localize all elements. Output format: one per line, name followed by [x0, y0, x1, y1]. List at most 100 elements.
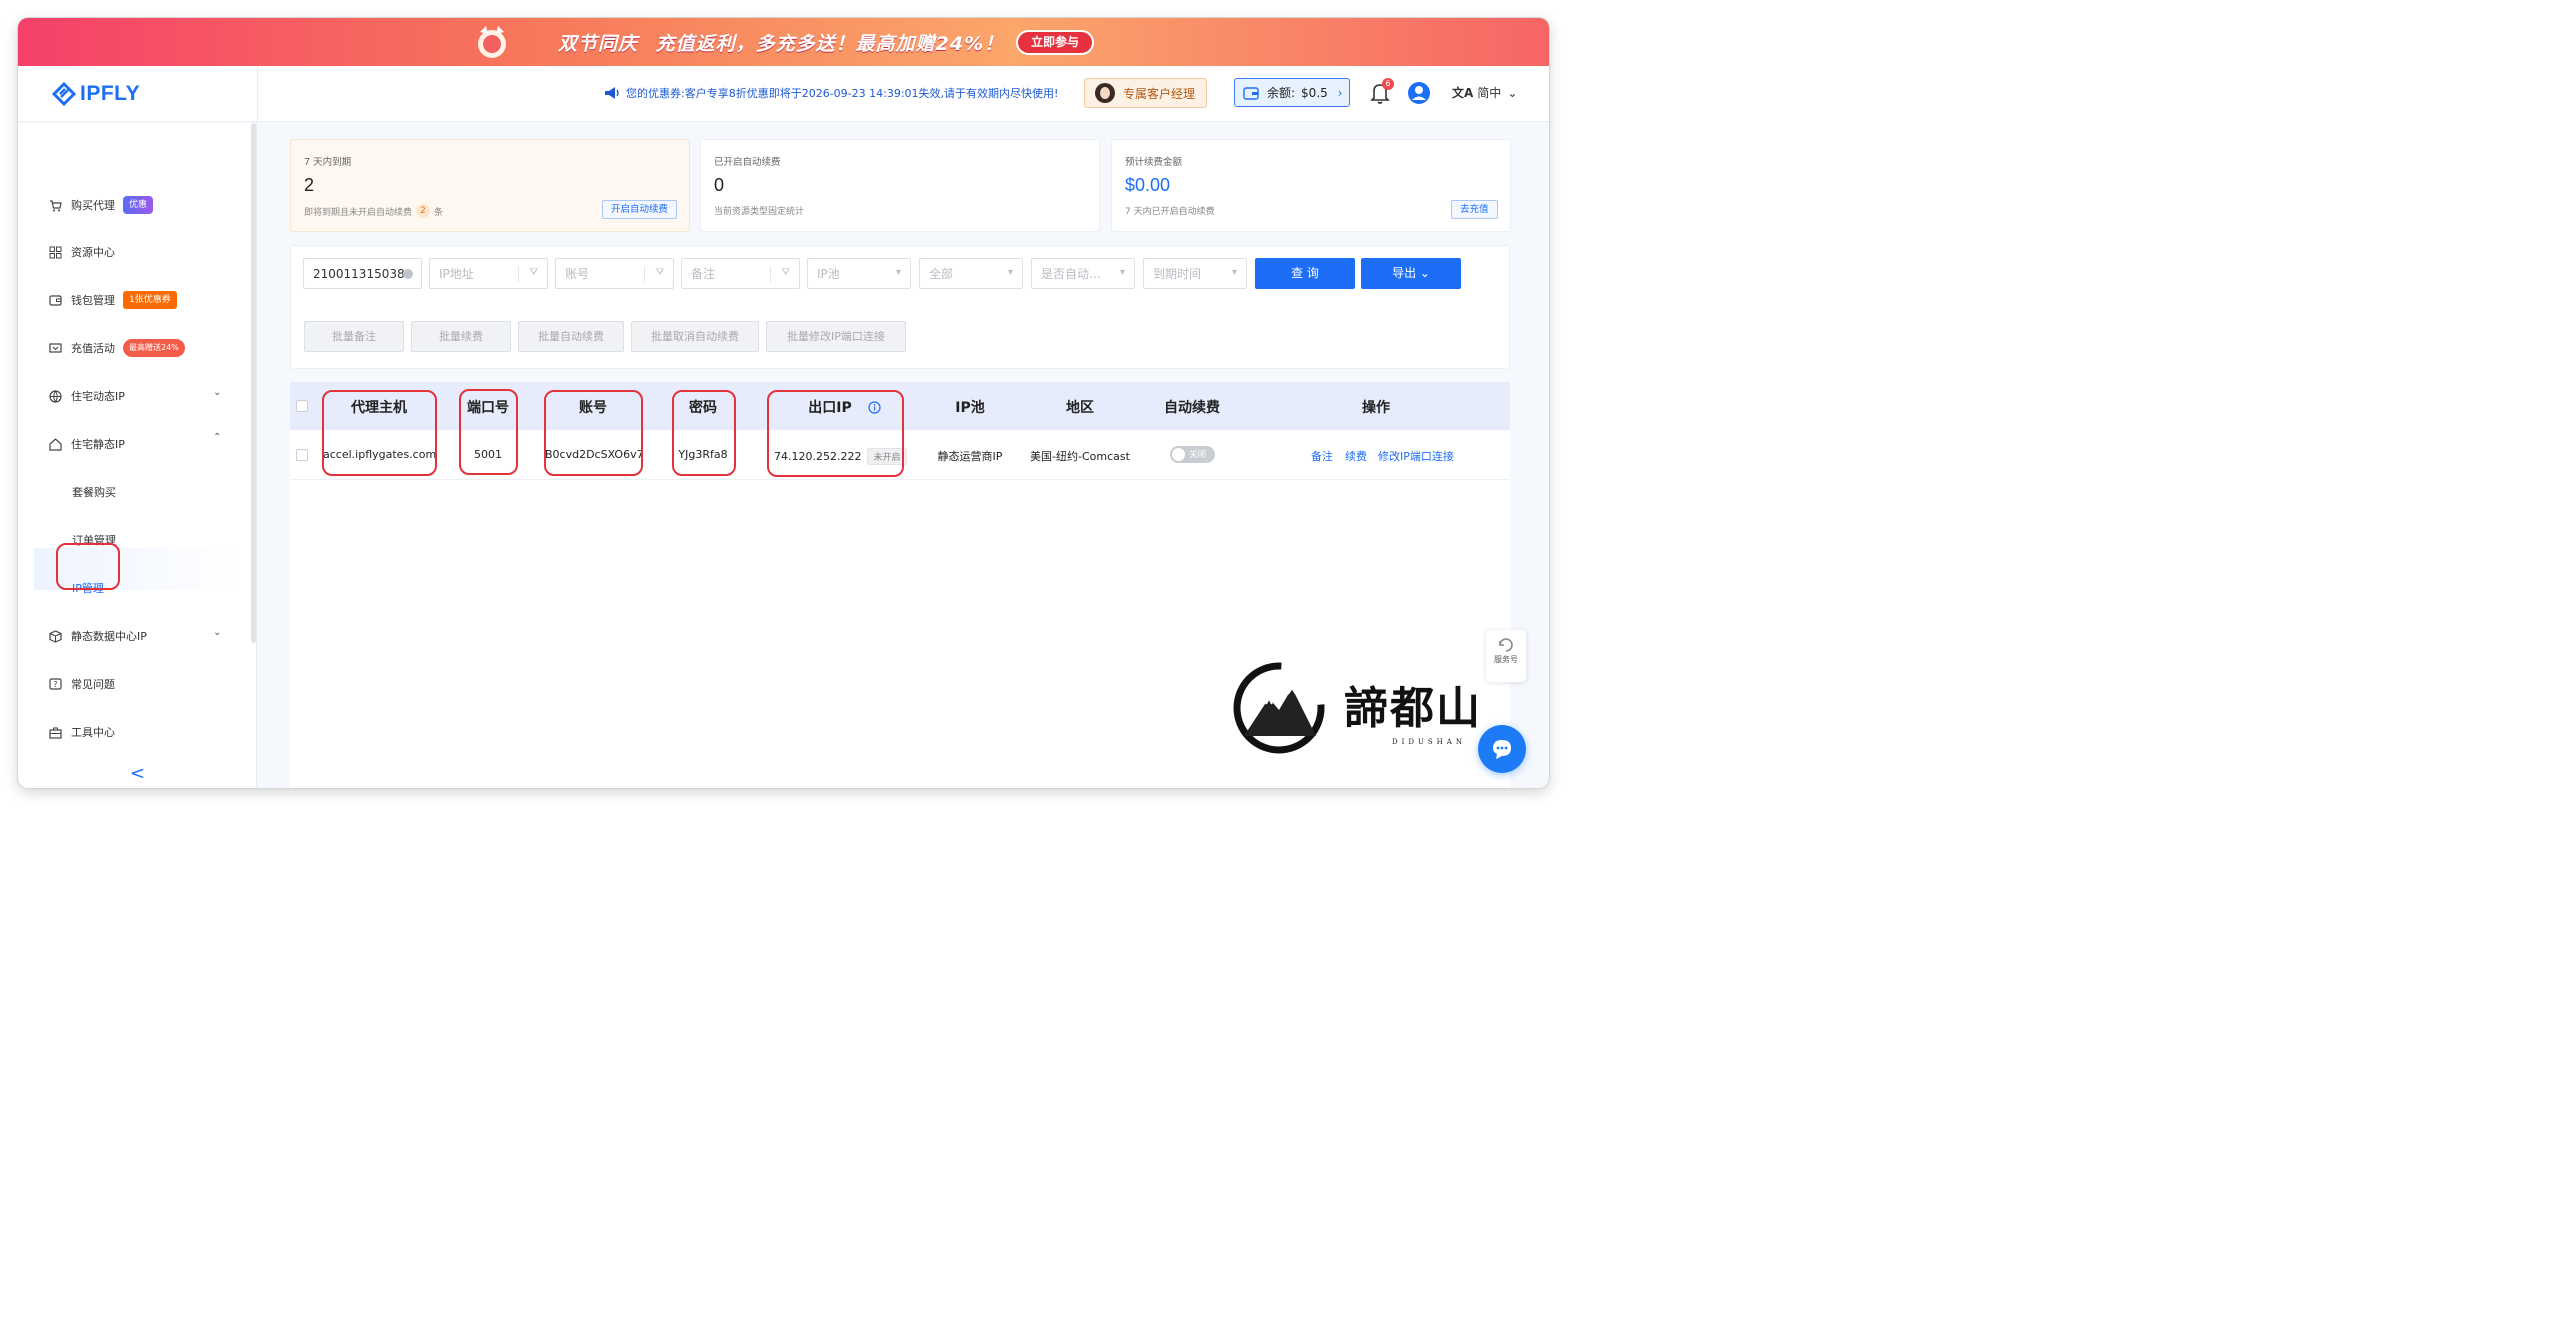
wallet-icon: [1243, 86, 1259, 100]
remark-input[interactable]: 备注 ⛛: [681, 258, 800, 289]
batch-auto-renew-button[interactable]: 批量自动续费: [518, 321, 624, 352]
caret-down-icon: ▾: [1119, 267, 1125, 278]
language-label: 简中: [1477, 86, 1502, 100]
expire-time-placeholder: 到期时间: [1153, 267, 1202, 281]
separator: [518, 266, 519, 282]
language-selector[interactable]: 文A 简中 ⌄: [1452, 84, 1517, 101]
sidebar-item-wallet[interactable]: 钱包管理 1张优惠券: [48, 288, 177, 312]
balance-value: $0.5: [1301, 85, 1328, 100]
promo-banner[interactable]: 双节同庆 充值返利，多充多送！最高加赠24%！ 立即参与: [18, 18, 1549, 66]
auto-renew-toggle[interactable]: 关闭: [1170, 446, 1215, 463]
cell-region: 美国-纽约-Comcast: [1030, 450, 1130, 463]
account-input[interactable]: 账号 ⛛: [555, 258, 674, 289]
highlight-password-column: [672, 390, 736, 476]
sidebar-item-label: 钱包管理: [71, 294, 115, 307]
filter-icon[interactable]: ⛛: [782, 267, 790, 278]
caret-down-icon: ▾: [895, 267, 901, 278]
recharge-button[interactable]: 去充值: [1451, 200, 1498, 219]
banner-headline: 双节同庆 充值返利，多充多送！最高加赠24%！: [558, 29, 1004, 56]
sidebar: 购买代理 优惠 资源中心 钱包管理 1张优惠券 充值活动 最高赠送24% 住宅动…: [18, 123, 257, 788]
stat-value: $0.00: [1125, 175, 1171, 195]
logo[interactable]: IPFLY: [52, 80, 140, 108]
sidebar-item-label: 静态数据中心IP: [71, 630, 147, 643]
chat-button[interactable]: [1478, 725, 1526, 773]
enable-auto-renew-button[interactable]: 开启自动续费: [602, 200, 678, 219]
export-button[interactable]: 导出 ⌄: [1361, 258, 1461, 289]
column-header-region: 地区: [1066, 400, 1094, 416]
row-checkbox[interactable]: [296, 449, 308, 461]
ip-address-input[interactable]: IP地址 ⛛: [429, 258, 548, 289]
notification-badge: 6: [1382, 78, 1394, 90]
batch-modify-port-button[interactable]: 批量修改IP端口连接: [766, 321, 906, 352]
account-manager-button[interactable]: 专属客户经理: [1084, 78, 1207, 108]
query-button[interactable]: 查 询: [1255, 258, 1355, 289]
wallet-icon: [48, 293, 62, 307]
order-id-input[interactable]: 210011315038: [303, 258, 422, 289]
coupon-notice[interactable]: 您的优惠券:客户专享8折优惠即将于2026-09-23 14:39:01失效,请…: [604, 85, 1058, 101]
globe-icon: [48, 389, 62, 403]
sidebar-item-recharge[interactable]: 充值活动 最高赠送24%: [48, 336, 185, 360]
server-icon: [48, 629, 62, 643]
sidebar-scrollbar[interactable]: [251, 123, 256, 643]
sidebar-item-faq[interactable]: ? 常见问题: [48, 672, 115, 696]
collapse-sidebar-button[interactable]: <: [130, 763, 145, 784]
grid-icon: [48, 245, 62, 259]
stat-subtext-prefix: 即将到期且未开启自动续费: [304, 207, 413, 218]
filter-icon[interactable]: ⛛: [656, 267, 664, 278]
balance-button[interactable]: 余额: $0.5 ›: [1234, 78, 1350, 107]
stat-title: 已开启自动续费: [714, 157, 781, 168]
account-placeholder: 账号: [565, 267, 590, 281]
translate-icon: 文A: [1452, 86, 1474, 100]
sidebar-item-label: 常见问题: [71, 678, 115, 691]
toggle-knob: [1172, 448, 1185, 461]
modify-port-action-link[interactable]: 修改IP端口连接: [1378, 448, 1454, 464]
sidebar-item-resources[interactable]: 资源中心: [48, 240, 115, 264]
sidebar-item-static-datacenter[interactable]: 静态数据中心IP: [48, 624, 147, 648]
status-select[interactable]: 全部 ▾: [919, 258, 1023, 289]
help-icon: ?: [48, 677, 62, 691]
caret-down-icon: ▾: [1007, 267, 1013, 278]
home-icon: [48, 437, 62, 451]
cart-icon: [48, 198, 62, 212]
caret-down-icon: ▾: [1231, 267, 1237, 278]
ip-pool-select[interactable]: IP池 ▾: [807, 258, 911, 289]
chat-icon: [1493, 740, 1511, 759]
bonus-tag: 最高赠送24%: [123, 339, 185, 357]
sidebar-item-buy-proxy[interactable]: 购买代理 优惠: [48, 193, 154, 217]
toolbox-icon: [48, 725, 62, 739]
chevron-down-icon[interactable]: ⌄: [213, 627, 221, 638]
chevron-down-icon: ⌄: [1507, 85, 1518, 100]
sidebar-subitem-package-purchase[interactable]: 套餐购买: [72, 480, 116, 504]
renewal-amount-stat-card: 预计续费金额 $0.00 7 天内已开启自动续费 去充值: [1111, 139, 1511, 232]
coupon-tag: 1张优惠券: [123, 291, 177, 309]
chevron-up-icon[interactable]: ⌃: [213, 432, 221, 443]
select-all-checkbox[interactable]: [296, 400, 308, 412]
batch-cancel-auto-renew-button[interactable]: 批量取消自动续费: [631, 321, 759, 352]
highlight-host-column: [322, 390, 437, 476]
chevron-down-icon[interactable]: ⌄: [213, 387, 221, 398]
batch-remark-button[interactable]: 批量备注: [304, 321, 404, 352]
app-window: 双节同庆 充值返利，多充多送！最高加赠24%！ 立即参与 IPFLY 您的优惠券…: [18, 18, 1549, 788]
filter-icon[interactable]: ⛛: [530, 267, 538, 278]
auto-renew-select[interactable]: 是否自动… ▾: [1031, 258, 1135, 289]
renew-action-link[interactable]: 续费: [1345, 448, 1367, 464]
clear-icon[interactable]: [403, 269, 413, 279]
sidebar-item-tools[interactable]: 工具中心: [48, 720, 115, 744]
remark-action-link[interactable]: 备注: [1311, 448, 1333, 464]
logo-text: IPFLY: [80, 82, 141, 105]
mascot-icon: [478, 26, 506, 58]
svg-text:?: ?: [53, 680, 57, 689]
top-header: IPFLY 您的优惠券:客户专享8折优惠即将于2026-09-23 14:39:…: [18, 66, 1549, 122]
separator: [644, 266, 645, 282]
join-now-button[interactable]: 立即参与: [1016, 30, 1094, 55]
user-avatar-icon[interactable]: [1407, 81, 1431, 105]
sidebar-item-residential-dynamic[interactable]: 住宅动态IP: [48, 384, 125, 408]
expire-time-select[interactable]: 到期时间 ▾: [1143, 258, 1247, 289]
sidebar-item-label: 住宅静态IP: [71, 438, 125, 451]
batch-renew-button[interactable]: 批量续费: [411, 321, 511, 352]
stat-subtext: 7 天内已开启自动续费: [1125, 207, 1215, 217]
order-id-value: 210011315038: [313, 266, 405, 281]
sidebar-item-residential-static[interactable]: 住宅静态IP: [48, 432, 125, 456]
highlight-port-column: [459, 389, 518, 475]
stat-title: 7 天内到期: [304, 157, 352, 168]
